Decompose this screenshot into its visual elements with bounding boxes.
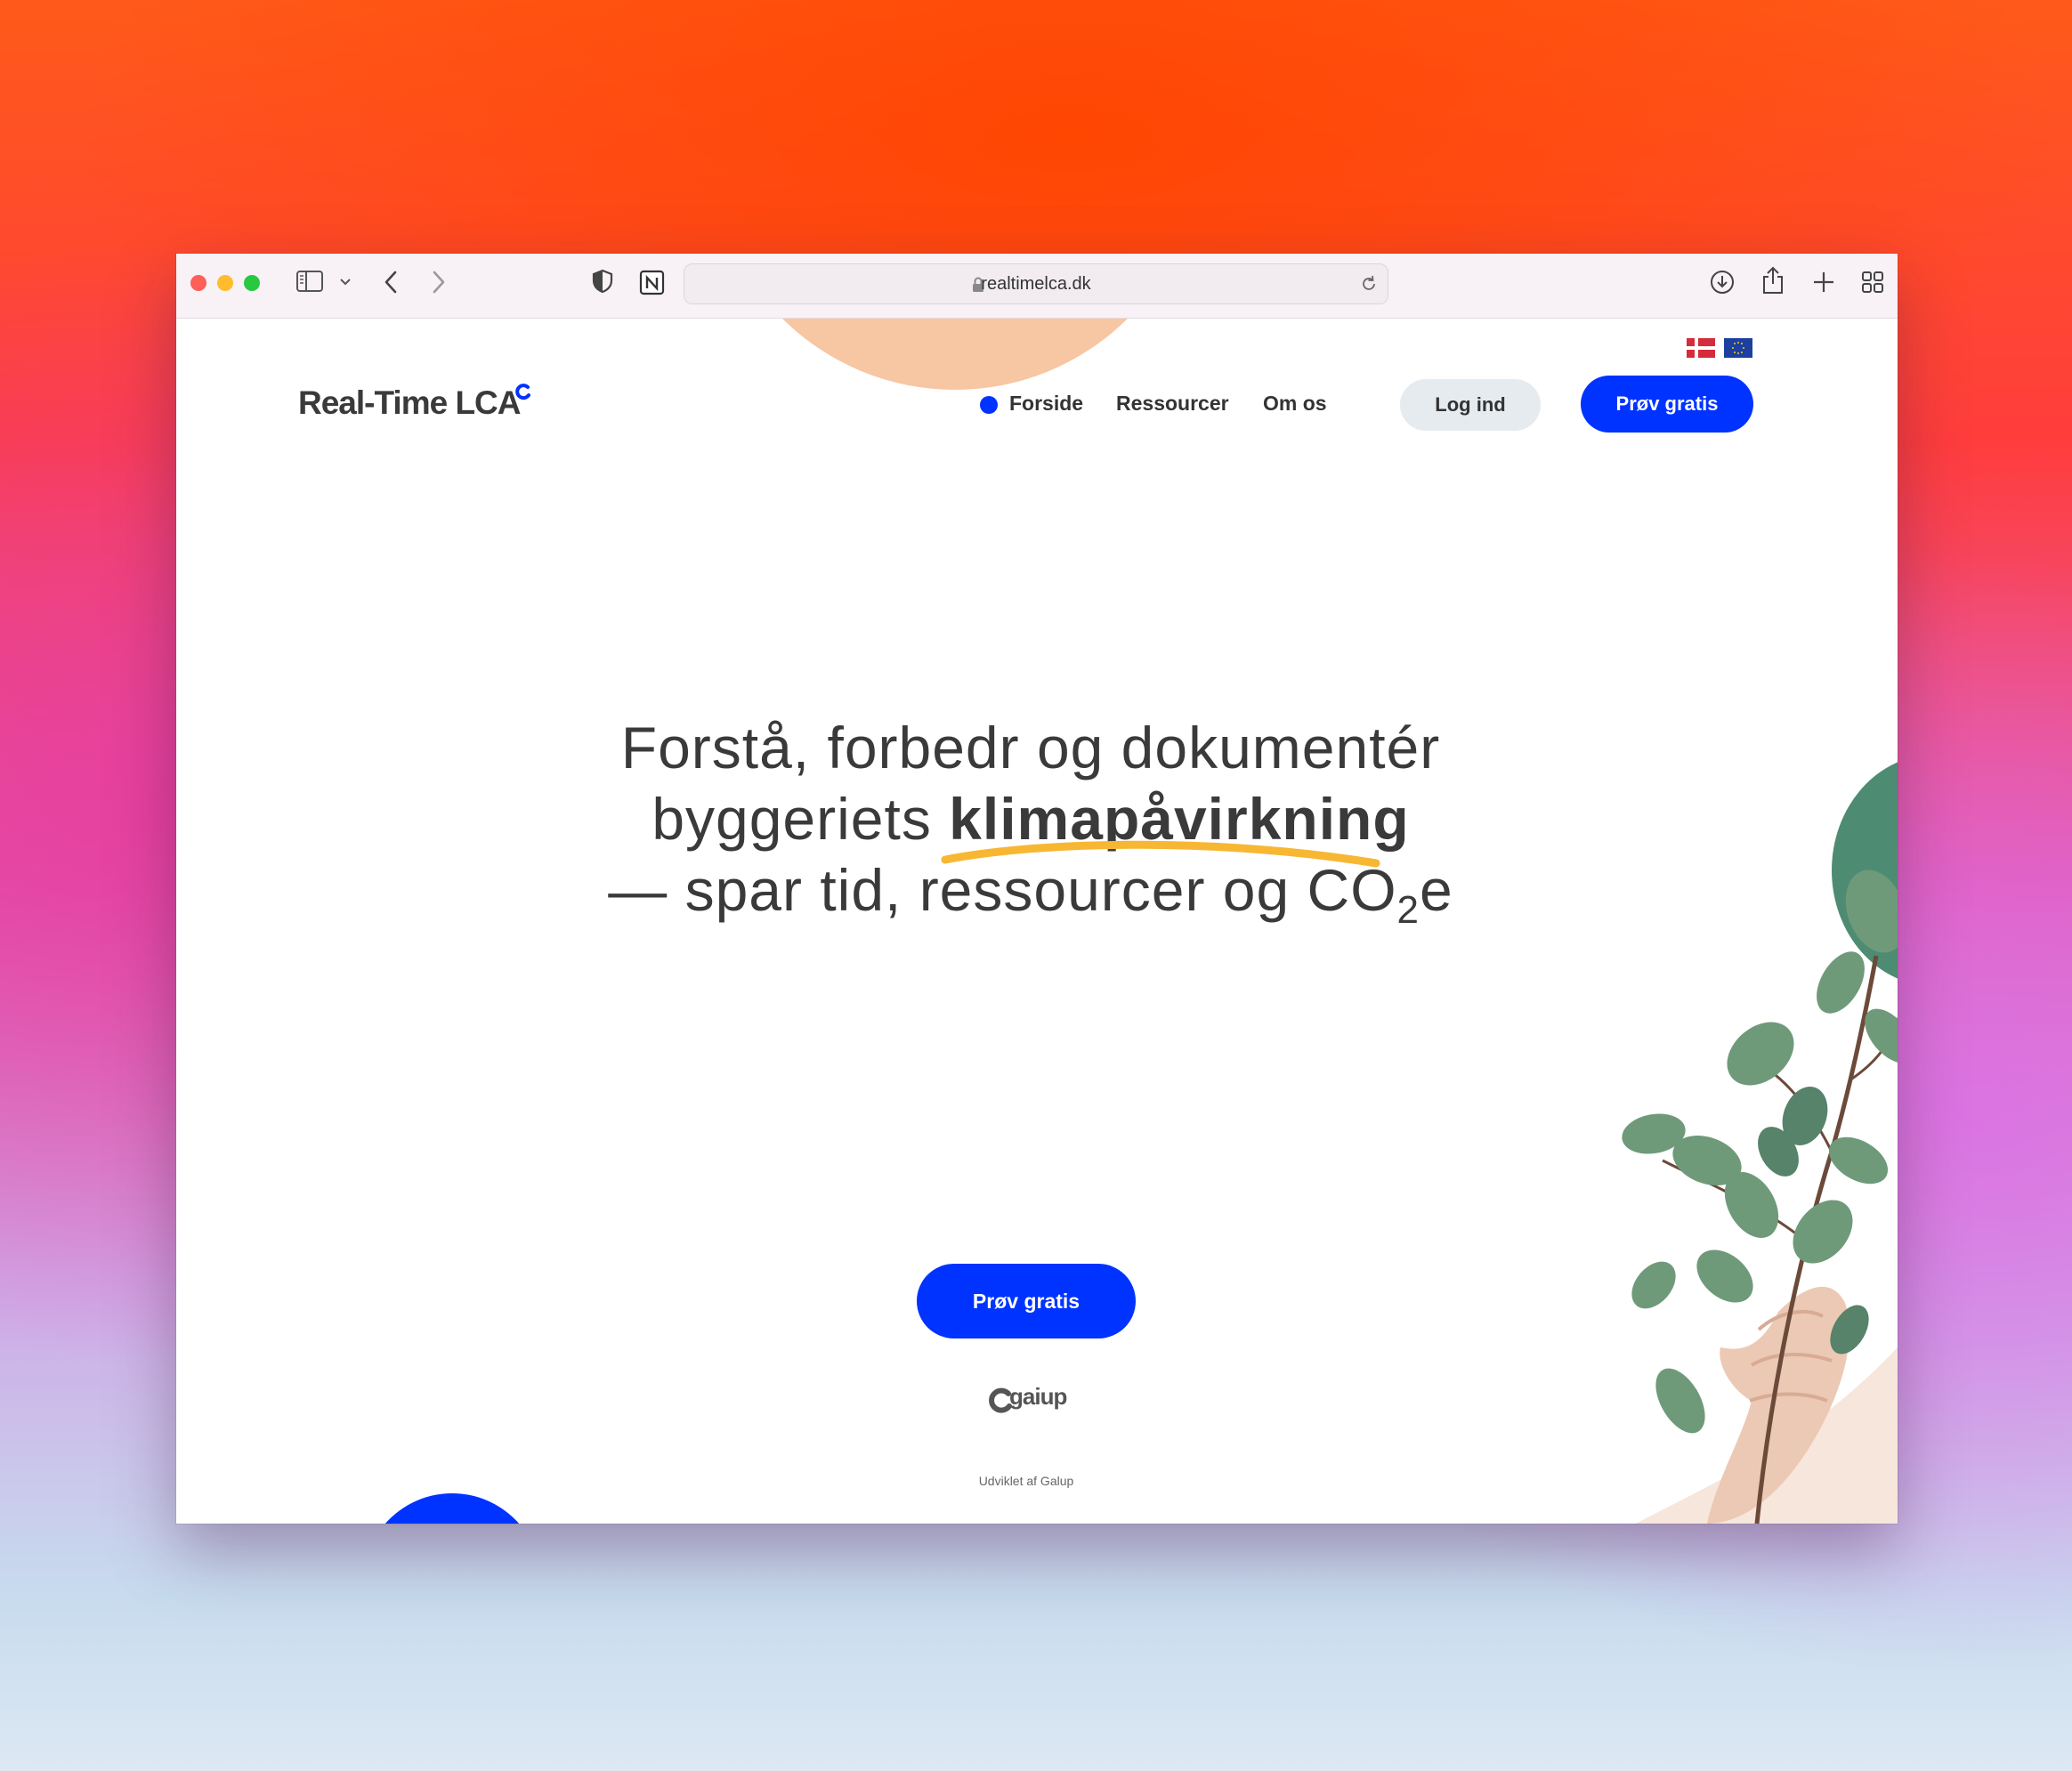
nav-forside[interactable]: Forside: [1009, 392, 1083, 416]
download-icon[interactable]: [1710, 270, 1735, 295]
web-page: Real-Time LCA Forside Ressourcer Om os L…: [176, 319, 1898, 1524]
active-nav-indicator: [980, 396, 998, 414]
highlight-underline: [941, 840, 1380, 868]
notion-icon[interactable]: [639, 269, 666, 295]
url-text: realtimelca.dk: [981, 274, 1091, 294]
danish-flag-icon[interactable]: [1687, 338, 1715, 358]
logo-mark-icon: [515, 384, 530, 400]
partner-caption: Udviklet af Galup: [978, 1474, 1074, 1488]
sidebar-icon[interactable]: [296, 271, 323, 292]
browser-window: realtimelca.dk Real-Time LCA Forside Res…: [176, 254, 1898, 1524]
nav-ressourcer[interactable]: Ressourcer: [1116, 392, 1229, 416]
plant-hand-image: [1622, 869, 1898, 1524]
decorative-peach-circle: [710, 319, 1200, 390]
maximize-window-button[interactable]: [244, 275, 260, 291]
browser-toolbar: realtimelca.dk: [176, 254, 1898, 319]
hero-line-3-suffix: e: [1420, 857, 1453, 923]
try-free-nav-button[interactable]: Prøv gratis: [1581, 376, 1753, 433]
partner-name[interactable]: gaiup: [1009, 1383, 1067, 1411]
hero-heading: Forstå, forbedr og dokumentér byggeriets…: [568, 712, 1493, 946]
close-window-button[interactable]: [190, 275, 206, 291]
nav-om-os[interactable]: Om os: [1263, 392, 1327, 416]
hero-highlight-word: klimapåvirkning: [941, 783, 1410, 868]
hero-line-2-prefix: byggeriets: [652, 786, 950, 852]
tab-overview-icon[interactable]: [1861, 271, 1884, 294]
forward-icon[interactable]: [431, 271, 447, 294]
co2-subscript: 2: [1396, 888, 1420, 933]
eu-flag-icon[interactable]: [1724, 338, 1753, 358]
hero-line-2: byggeriets klimapåvirkning: [568, 783, 1493, 868]
shield-icon[interactable]: [592, 269, 613, 294]
login-button[interactable]: Log ind: [1400, 379, 1541, 431]
new-tab-icon[interactable]: [1812, 271, 1835, 294]
hero-line-1: Forstå, forbedr og dokumentér: [620, 715, 1441, 780]
logo-text: Real-Time LCA: [298, 384, 521, 421]
chevron-down-icon[interactable]: [339, 278, 352, 287]
language-switcher: [1687, 338, 1758, 358]
minimize-window-button[interactable]: [217, 275, 233, 291]
reload-icon[interactable]: [1359, 274, 1379, 294]
address-bar[interactable]: realtimelca.dk: [684, 263, 1388, 304]
share-icon[interactable]: [1760, 266, 1785, 295]
back-icon[interactable]: [383, 271, 399, 294]
decorative-blue-circle: [363, 1493, 541, 1524]
try-free-hero-button[interactable]: Prøv gratis: [917, 1264, 1136, 1338]
site-logo[interactable]: Real-Time LCA: [298, 384, 530, 422]
